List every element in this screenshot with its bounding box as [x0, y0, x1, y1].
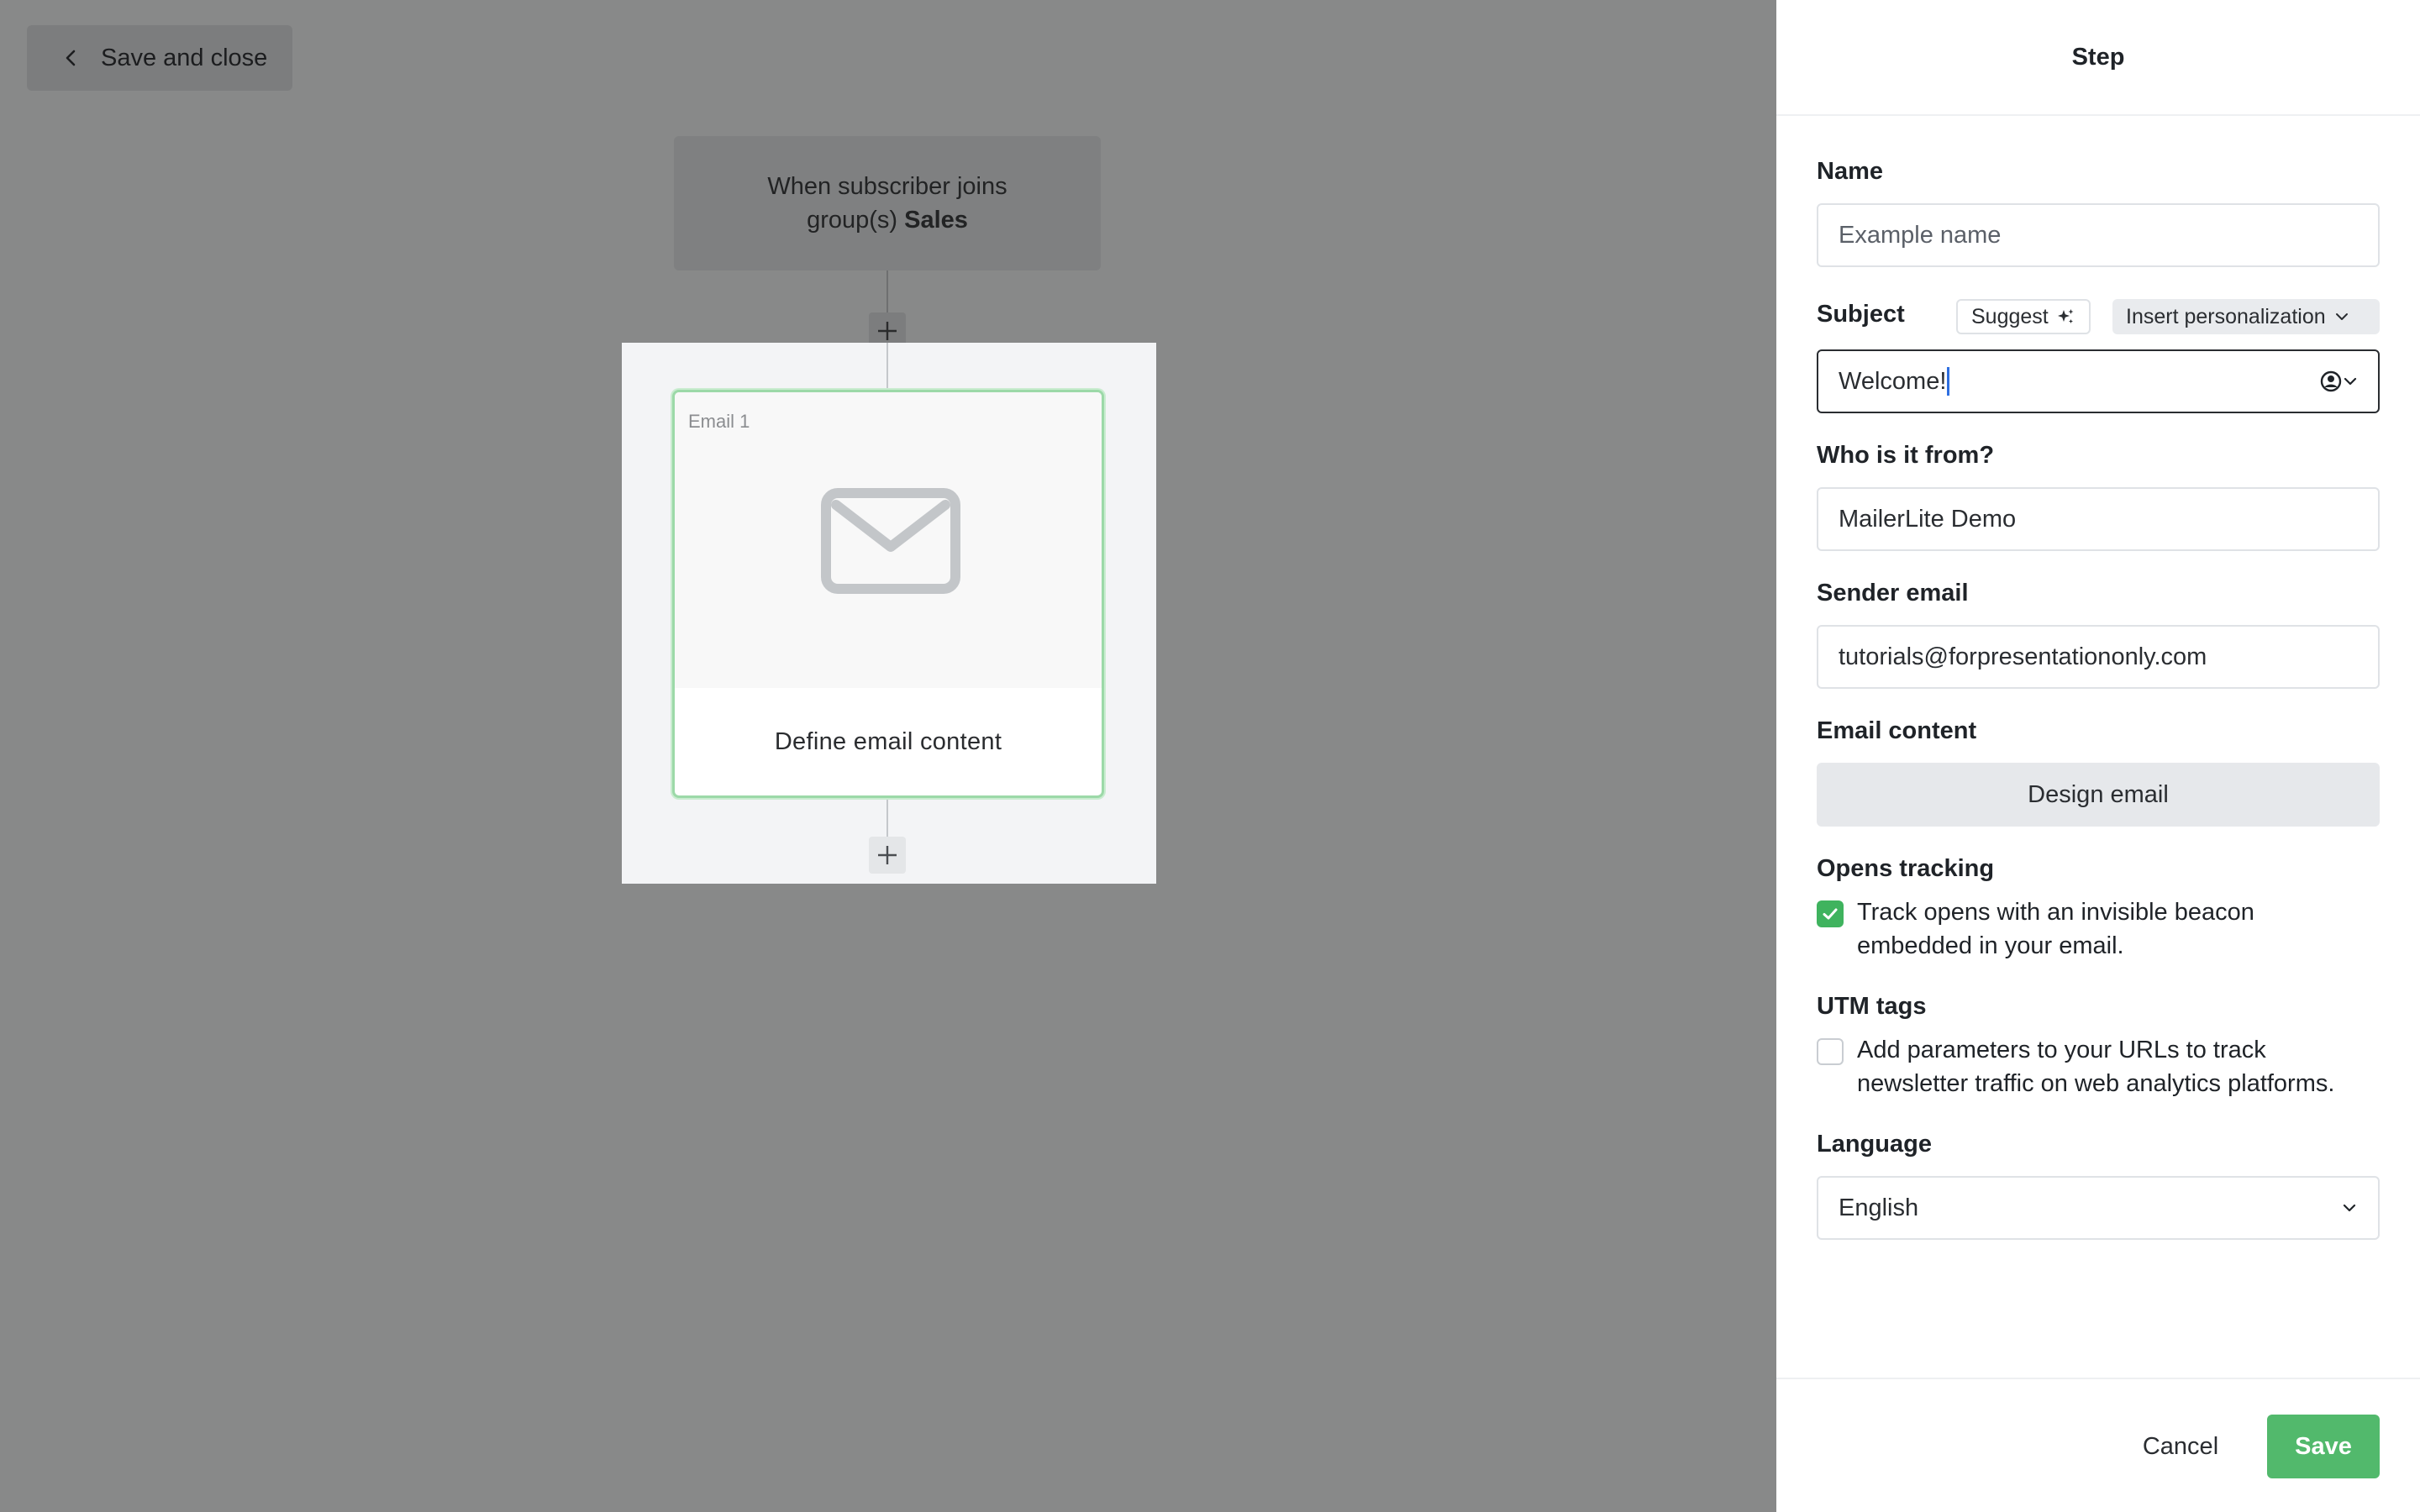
opens-tracking-description: Track opens with an invisible beacon emb… — [1857, 895, 2254, 963]
trigger-line-2: group(s) Sales — [807, 203, 968, 237]
chevron-down-icon — [2344, 377, 2357, 386]
utm-tags-description: Add parameters to your URLs to track new… — [1857, 1033, 2334, 1100]
language-selected-value: English — [1839, 1194, 1919, 1221]
chevron-down-icon — [2343, 1204, 2356, 1212]
trigger-node[interactable]: When subscriber joins group(s) Sales — [674, 136, 1101, 270]
opens-tracking-checkbox[interactable] — [1817, 900, 1844, 927]
email-step-label: Email 1 — [688, 411, 750, 432]
checkmark-icon — [1823, 908, 1838, 920]
panel-title: Step — [1776, 0, 2420, 116]
name-label: Name — [1817, 158, 1883, 185]
opens-tracking-row: Track opens with an invisible beacon emb… — [1817, 895, 2254, 963]
language-select[interactable]: English — [1817, 1176, 2380, 1240]
connector-line — [886, 798, 888, 837]
save-and-close-label: Save and close — [101, 44, 268, 71]
utm-tags-row: Add parameters to your URLs to track new… — [1817, 1033, 2334, 1100]
chevron-down-icon — [2335, 313, 2348, 320]
envelope-icon — [821, 488, 960, 594]
language-label: Language — [1817, 1131, 1932, 1158]
trigger-text-2: group(s) — [807, 207, 898, 234]
define-email-content-label: Define email content — [774, 727, 1002, 755]
save-and-close-button[interactable]: Save and close — [27, 25, 292, 91]
chevron-left-icon — [66, 50, 76, 66]
utm-tags-label: UTM tags — [1817, 993, 1927, 1020]
save-label: Save — [2295, 1432, 2352, 1460]
step-settings-panel: Step Name Example name Subject Suggest I… — [1776, 0, 2420, 1512]
automation-canvas: Save and close When subscriber joins gro… — [0, 0, 1776, 1512]
cancel-button[interactable]: Cancel — [2124, 1415, 2237, 1478]
from-name-input[interactable]: MailerLite Demo — [1817, 487, 2380, 551]
opens-tracking-label: Opens tracking — [1817, 855, 1995, 882]
design-email-label: Design email — [2028, 780, 2169, 808]
save-button[interactable]: Save — [2267, 1415, 2380, 1478]
email-step-card[interactable]: Email 1 Define email content — [672, 390, 1104, 798]
add-step-button-bottom[interactable] — [869, 837, 906, 874]
design-email-button[interactable]: Design email — [1817, 763, 2380, 827]
plus-icon — [878, 846, 897, 864]
plus-icon — [878, 322, 897, 340]
suggest-label: Suggest — [1971, 304, 2049, 328]
email-content-label: Email content — [1817, 717, 1977, 744]
subject-input[interactable]: Welcome! — [1817, 349, 2380, 413]
sender-email-input[interactable]: tutorials@forpresentationonly.com — [1817, 625, 2380, 689]
suggest-button[interactable]: Suggest — [1956, 299, 2091, 334]
utm-tags-line-1: Add parameters to your URLs to track — [1857, 1037, 2266, 1063]
trigger-group: Sales — [904, 207, 968, 234]
cancel-label: Cancel — [2142, 1432, 2219, 1460]
utm-tags-line-2: newsletter traffic on web analytics plat… — [1857, 1070, 2335, 1097]
from-label: Who is it from? — [1817, 442, 1995, 469]
subject-label: Subject — [1817, 301, 1905, 328]
opens-tracking-line-2: embedded in your email. — [1857, 932, 2124, 959]
subject-value: Welcome! — [1839, 367, 1947, 395]
sparkle-icon — [2057, 309, 2074, 323]
name-input[interactable]: Example name — [1817, 203, 2380, 267]
utm-tags-checkbox[interactable] — [1817, 1038, 1844, 1065]
personalization-picker[interactable] — [2319, 370, 2358, 393]
sender-email-value: tutorials@forpresentationonly.com — [1839, 643, 2207, 670]
trigger-text: When subscriber joins — [767, 173, 1007, 200]
opens-tracking-line-1: Track opens with an invisible beacon — [1857, 899, 2254, 926]
user-circle-icon — [2320, 370, 2342, 392]
sender-email-label: Sender email — [1817, 580, 1969, 606]
connector-line — [886, 343, 888, 390]
name-placeholder: Example name — [1839, 221, 2002, 249]
email-preview: Email 1 — [675, 392, 1102, 688]
insert-personalization-label: Insert personalization — [2126, 304, 2326, 328]
from-name-value: MailerLite Demo — [1839, 505, 2017, 533]
insert-personalization-dropdown[interactable]: Insert personalization — [2112, 299, 2380, 334]
text-caret — [1947, 367, 1950, 396]
